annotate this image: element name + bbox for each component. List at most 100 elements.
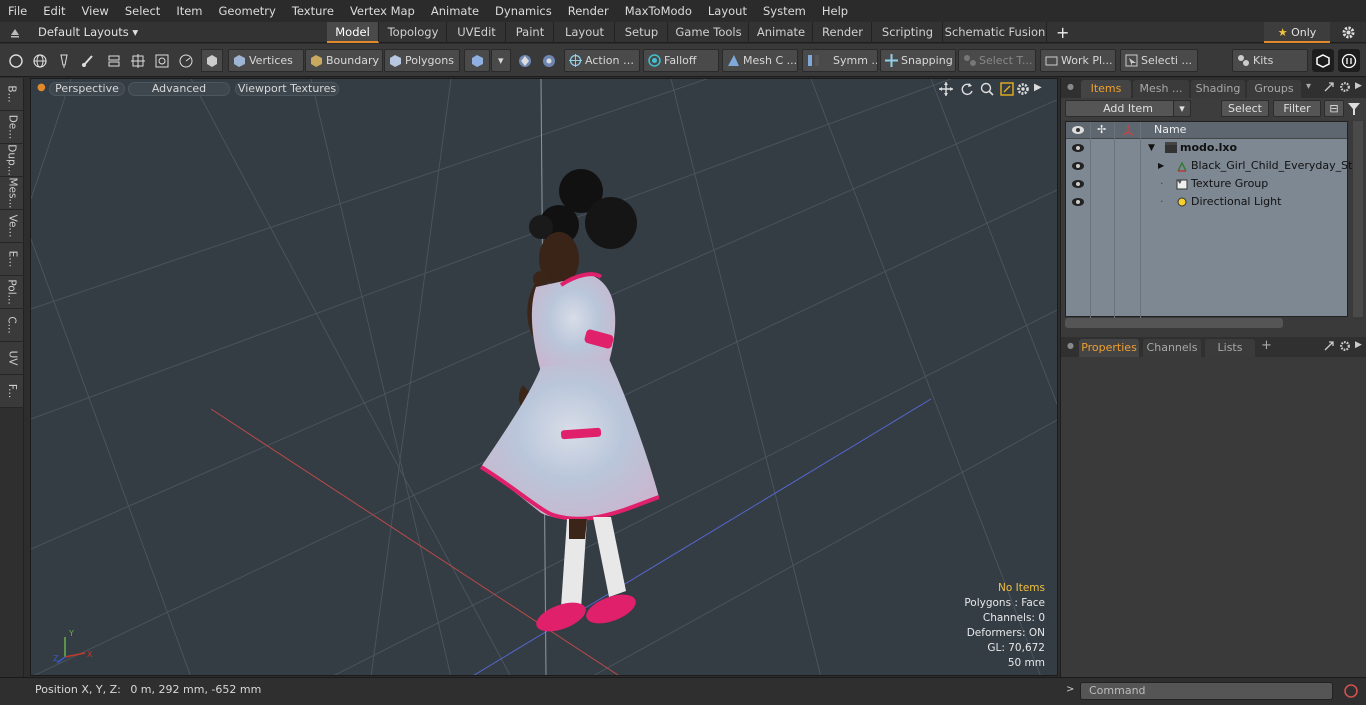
select-through-button[interactable]: Select T... xyxy=(958,49,1036,72)
play-arrow-icon[interactable]: ▶ xyxy=(1034,82,1042,93)
menu-file[interactable]: File xyxy=(0,0,35,22)
select-button[interactable]: Select xyxy=(1221,100,1269,117)
tab-game-tools[interactable]: Game Tools xyxy=(669,22,749,43)
kits-button[interactable]: Kits xyxy=(1232,49,1308,72)
polygons-button[interactable]: Polygons xyxy=(384,49,460,72)
tab-channels[interactable]: Channels xyxy=(1143,339,1201,357)
visibility-eye-icon[interactable] xyxy=(1071,124,1085,139)
layout-collapse-icon[interactable] xyxy=(8,25,22,39)
tree-scrollbar[interactable] xyxy=(1353,121,1363,317)
advanced-button[interactable]: Advanced xyxy=(128,82,230,96)
align-icon[interactable] xyxy=(103,49,125,72)
mode-dropdown[interactable]: ▾ xyxy=(491,49,511,72)
frame-icon[interactable] xyxy=(151,49,173,72)
work-plane-button[interactable]: Work Pl... xyxy=(1040,49,1116,72)
collapse-toggle-icon[interactable]: ⊟ xyxy=(1324,100,1344,117)
viewport-gear-icon[interactable] xyxy=(1016,82,1030,99)
falloff-button[interactable]: Falloff xyxy=(643,49,719,72)
panel-gear-icon[interactable] xyxy=(1339,340,1351,355)
panel-arrow-icon[interactable]: ▶ xyxy=(1355,81,1362,91)
expand-arrow-icon[interactable]: ▶ xyxy=(1158,157,1164,175)
tab-model[interactable]: Model xyxy=(327,22,379,43)
character-model[interactable] xyxy=(441,167,661,657)
tab-render[interactable]: Render xyxy=(814,22,872,43)
left-tab-mesh-edit[interactable]: Mes... xyxy=(0,177,24,210)
selection-sets-button[interactable]: Selecti ... xyxy=(1120,49,1198,72)
expand-chevron-icon[interactable]: ▼ xyxy=(1148,139,1155,157)
menu-system[interactable]: System xyxy=(755,0,814,22)
pen-icon[interactable] xyxy=(53,49,75,72)
symmetry-shield-icon[interactable] xyxy=(514,49,536,72)
perspective-button[interactable]: Perspective xyxy=(49,82,125,96)
viewport-menu-dot-icon[interactable]: ● xyxy=(37,82,46,93)
funnel-icon[interactable] xyxy=(1347,102,1361,119)
tab-topology[interactable]: Topology xyxy=(380,22,447,43)
tab-shading[interactable]: Shading xyxy=(1191,80,1245,98)
panel-menu-dot-icon[interactable]: ● xyxy=(1067,82,1074,91)
menu-maxtomodo[interactable]: MaxToModo xyxy=(617,0,700,22)
tree-row-scene[interactable]: ▼ modo.lxo xyxy=(1066,139,1347,157)
tab-scripting[interactable]: Scripting xyxy=(873,22,943,43)
snapping-button[interactable]: Snapping xyxy=(880,49,956,72)
tab-uvedit[interactable]: UVEdit xyxy=(448,22,506,43)
tree-row-texture-group[interactable]: · Texture Group xyxy=(1066,175,1347,193)
menu-vertex-map[interactable]: Vertex Map xyxy=(342,0,423,22)
tab-lists[interactable]: Lists xyxy=(1205,339,1255,357)
panel-gear-icon[interactable] xyxy=(1339,81,1351,96)
unity-icon[interactable] xyxy=(1312,49,1334,72)
menu-animate[interactable]: Animate xyxy=(423,0,487,22)
mesh-constraint-button[interactable]: Mesh C ... xyxy=(722,49,798,72)
circle-select-icon[interactable] xyxy=(5,49,27,72)
rotate-icon[interactable] xyxy=(960,82,974,99)
command-input[interactable]: Command xyxy=(1080,682,1333,700)
menu-render[interactable]: Render xyxy=(560,0,617,22)
menu-dynamics[interactable]: Dynamics xyxy=(487,0,560,22)
panel-menu-dot-icon[interactable]: ● xyxy=(1067,341,1074,350)
tab-setup[interactable]: Setup xyxy=(616,22,668,43)
left-tab-curve[interactable]: C... xyxy=(0,309,24,342)
viewport-textures-button[interactable]: Viewport Textures xyxy=(235,82,339,96)
left-tab-vertex[interactable]: Ve... xyxy=(0,210,24,243)
pan-icon[interactable] xyxy=(939,82,953,99)
name-column-header[interactable]: Name xyxy=(1154,123,1186,136)
unreal-icon[interactable] xyxy=(1338,49,1360,72)
zoom-icon[interactable] xyxy=(980,82,994,99)
menu-layout[interactable]: Layout xyxy=(700,0,755,22)
vertices-button[interactable]: Vertices xyxy=(228,49,304,72)
menu-texture[interactable]: Texture xyxy=(284,0,342,22)
add-panel-tab-button[interactable]: + xyxy=(1261,338,1272,353)
tab-animate[interactable]: Animate xyxy=(750,22,813,43)
menu-help[interactable]: Help xyxy=(814,0,856,22)
add-tab-button[interactable]: + xyxy=(1056,22,1069,43)
tab-paint[interactable]: Paint xyxy=(507,22,554,43)
tabs-overflow-chevron-icon[interactable]: ▾ xyxy=(1306,81,1311,92)
left-tab-duplicate[interactable]: Dup... xyxy=(0,144,24,177)
record-icon[interactable] xyxy=(1343,683,1359,702)
clock-icon[interactable] xyxy=(175,49,197,72)
tree-row-mesh[interactable]: ▶ Black_Girl_Child_Everyday_St... xyxy=(1066,157,1363,175)
left-tab-uv[interactable]: UV xyxy=(0,342,24,375)
eye-icon[interactable] xyxy=(1071,196,1085,214)
left-tab-polygon[interactable]: Pol... xyxy=(0,276,24,309)
tab-groups[interactable]: Groups xyxy=(1247,80,1301,98)
tab-layout[interactable]: Layout xyxy=(555,22,615,43)
action-center-button[interactable]: Action … xyxy=(564,49,640,72)
tab-items[interactable]: Items xyxy=(1081,80,1131,98)
menu-view[interactable]: View xyxy=(74,0,117,22)
layout-selector[interactable]: Default Layouts ▾ xyxy=(38,22,138,43)
tree-row-light[interactable]: · Directional Light xyxy=(1066,193,1347,211)
center-icon[interactable] xyxy=(127,49,149,72)
add-item-dropdown[interactable]: ▾ xyxy=(1173,100,1191,117)
material-mode-button[interactable] xyxy=(464,49,490,72)
panel-arrow-icon[interactable]: ▶ xyxy=(1355,340,1362,350)
left-tab-fusion[interactable]: F... xyxy=(0,375,24,408)
expand-panel-icon[interactable] xyxy=(1323,81,1335,96)
tree-hscrollbar[interactable] xyxy=(1065,318,1283,328)
tab-properties[interactable]: Properties xyxy=(1079,339,1139,357)
gear-icon[interactable] xyxy=(1341,25,1356,40)
item-mode-icon[interactable] xyxy=(201,49,223,72)
maximize-icon[interactable] xyxy=(1000,82,1014,99)
tab-schematic-fusion[interactable]: Schematic Fusion xyxy=(944,22,1047,43)
boundary-button[interactable]: Boundary xyxy=(305,49,383,72)
expand-panel-icon[interactable] xyxy=(1323,340,1335,355)
